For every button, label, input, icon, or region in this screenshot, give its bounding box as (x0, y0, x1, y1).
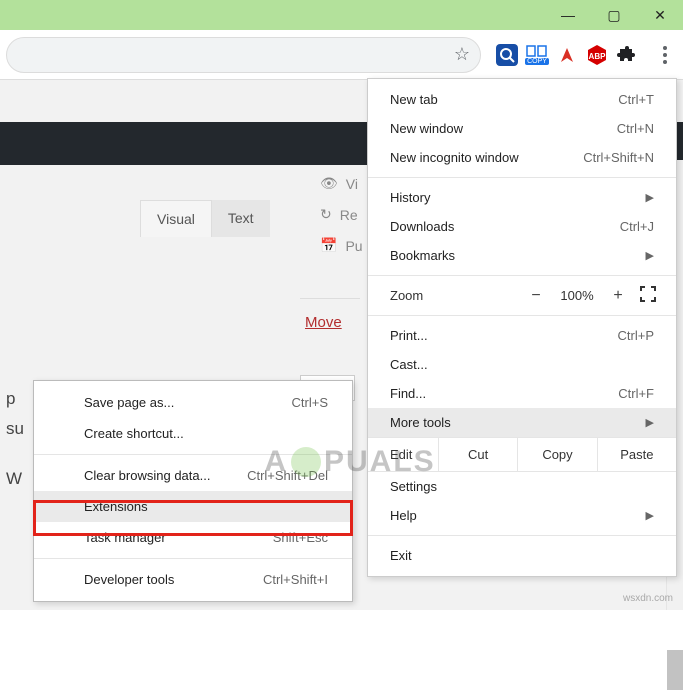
copy-extension-icon[interactable]: COPY (523, 41, 551, 69)
menu-new-window[interactable]: New windowCtrl+N (368, 114, 676, 143)
browser-toolbar: ☆ COPY ABP (0, 30, 683, 80)
minimize-button[interactable]: — (545, 0, 591, 30)
tab-text[interactable]: Text (212, 200, 270, 237)
menu-history[interactable]: History▶ (368, 183, 676, 212)
zoom-out-button[interactable]: − (520, 287, 552, 305)
chevron-right-icon: ▶ (646, 191, 654, 204)
menu-settings[interactable]: Settings (368, 472, 676, 501)
menu-find[interactable]: Find...Ctrl+F (368, 379, 676, 408)
cut-button[interactable]: Cut (438, 438, 517, 471)
menu-cast[interactable]: Cast... (368, 350, 676, 379)
sidebar-meta: 👁 Vi ↻ Re 📅 Pu (320, 175, 363, 254)
body-text-fragment-2: su (6, 415, 24, 442)
calendar-icon: 📅 (320, 237, 337, 254)
copy-badge: COPY (525, 58, 549, 65)
extensions-puzzle-icon[interactable] (613, 41, 641, 69)
more-tools-submenu: Save page as...Ctrl+S Create shortcut...… (33, 380, 353, 602)
paste-button[interactable]: Paste (597, 438, 676, 471)
clock-icon: ↻ (320, 206, 332, 223)
address-bar[interactable]: ☆ (6, 37, 481, 73)
menu-downloads[interactable]: DownloadsCtrl+J (368, 212, 676, 241)
submenu-task-manager[interactable]: Task managerShift+Esc (34, 522, 352, 553)
side-publish: Pu (345, 238, 362, 254)
menu-edit-row: Edit Cut Copy Paste (368, 437, 676, 472)
zoom-label: Zoom (390, 288, 520, 303)
submenu-save-page[interactable]: Save page as...Ctrl+S (34, 387, 352, 418)
chrome-main-menu: New tabCtrl+T New windowCtrl+N New incog… (367, 78, 677, 577)
scrollbar-thumb[interactable] (667, 650, 683, 690)
side-revisions: Re (340, 207, 358, 223)
menu-incognito[interactable]: New incognito windowCtrl+Shift+N (368, 143, 676, 172)
menu-more-tools[interactable]: More tools▶ (368, 408, 676, 437)
chevron-right-icon: ▶ (646, 509, 654, 522)
fullscreen-icon[interactable] (634, 286, 662, 305)
menu-bookmarks[interactable]: Bookmarks▶ (368, 241, 676, 270)
menu-help[interactable]: Help▶ (368, 501, 676, 530)
maximize-button[interactable]: ▢ (591, 0, 637, 30)
extension-icons: COPY ABP (493, 41, 641, 69)
footer-credit: wsxdn.com (623, 593, 673, 604)
eye-icon: 👁 (320, 175, 338, 192)
svg-text:ABP: ABP (589, 52, 607, 61)
copy-button[interactable]: Copy (517, 438, 596, 471)
close-button[interactable]: ✕ (637, 0, 683, 30)
zoom-value: 100% (552, 288, 602, 303)
chrome-menu-button[interactable] (647, 37, 683, 73)
menu-zoom-row: Zoom − 100% + (368, 281, 676, 310)
window-titlebar: — ▢ ✕ (0, 0, 683, 30)
side-visibility: Vi (346, 176, 358, 192)
chevron-right-icon: ▶ (646, 416, 654, 429)
editor-tabs: Visual Text (140, 200, 270, 237)
submenu-create-shortcut[interactable]: Create shortcut... (34, 418, 352, 449)
bookmark-star-icon[interactable]: ☆ (454, 44, 470, 65)
arrow-extension-icon[interactable] (553, 41, 581, 69)
edit-label: Edit (368, 438, 438, 471)
search-extension-icon[interactable] (493, 41, 521, 69)
zoom-in-button[interactable]: + (602, 287, 634, 305)
submenu-clear-browsing-data[interactable]: Clear browsing data...Ctrl+Shift+Del (34, 460, 352, 491)
adblock-extension-icon[interactable]: ABP (583, 41, 611, 69)
submenu-developer-tools[interactable]: Developer toolsCtrl+Shift+I (34, 564, 352, 595)
menu-exit[interactable]: Exit (368, 541, 676, 570)
body-text-fragment-3: W (6, 465, 22, 492)
move-link[interactable]: Move (305, 314, 342, 331)
submenu-extensions[interactable]: Extensions (34, 491, 352, 522)
menu-print[interactable]: Print...Ctrl+P (368, 321, 676, 350)
menu-new-tab[interactable]: New tabCtrl+T (368, 85, 676, 114)
chevron-right-icon: ▶ (646, 249, 654, 262)
tab-visual[interactable]: Visual (140, 200, 212, 237)
body-text-fragment-1: p (6, 385, 15, 412)
